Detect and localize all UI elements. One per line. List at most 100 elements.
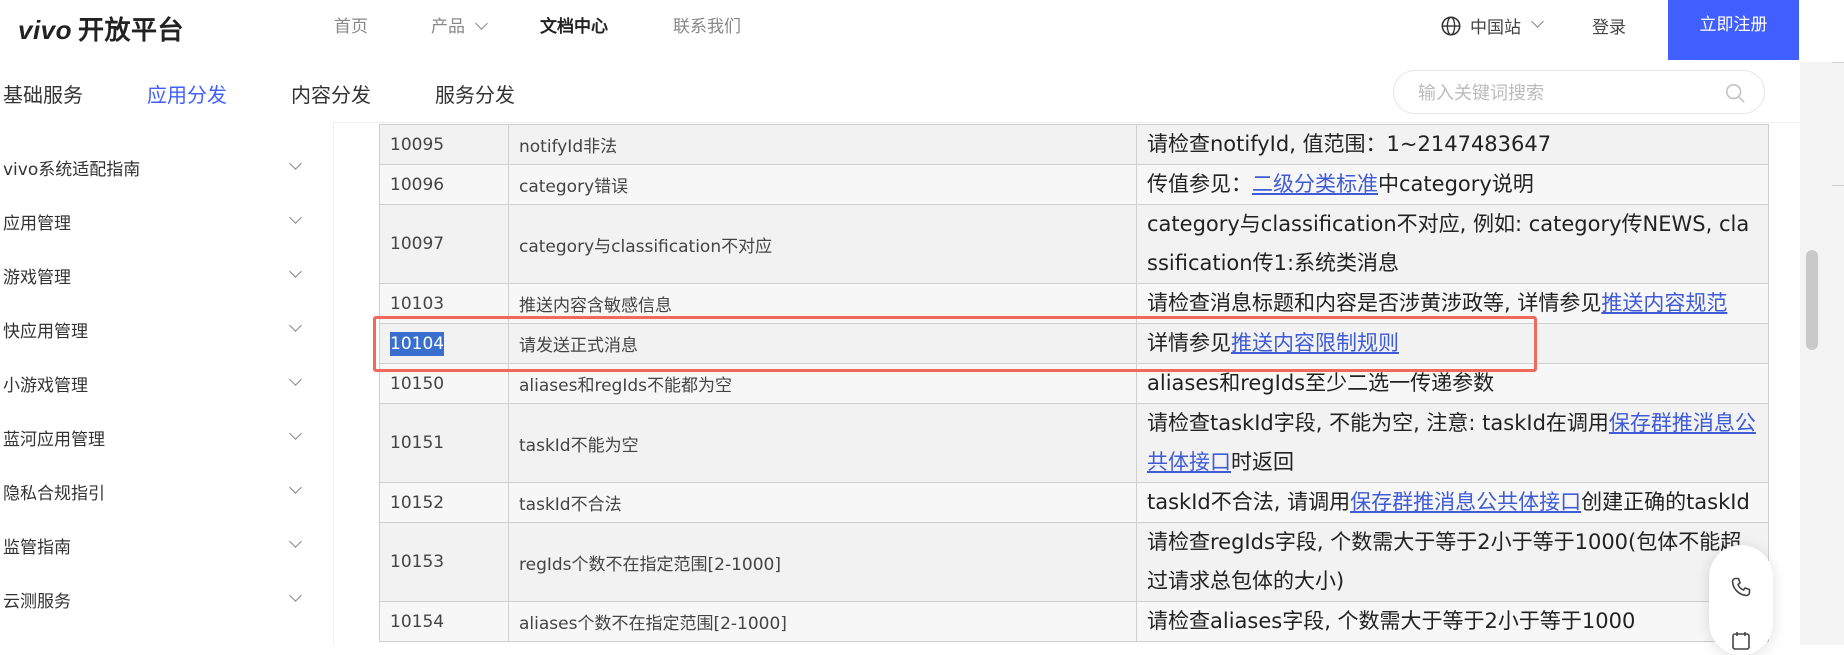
sidebar-item-label: 隐私合规指引 [3,484,105,504]
sidebar: vivo系统适配指南 应用管理 游戏管理 快应用管理 小游戏管理 蓝河应用管理 … [0,122,334,645]
error-desc-cell: category与classification不对应 [508,204,1137,284]
error-code-cell: 10151 [379,403,509,483]
sidebar-item-label: 小游戏管理 [3,376,88,396]
error-code-cell: 10152 [379,482,509,523]
sidebar-item-label: 应用管理 [3,214,71,234]
site-logo[interactable]: vivo 开放平台 [18,10,184,47]
solution-cell: aliases和regIds至少二选一传递参数 [1136,363,1769,404]
error-desc-cell: 推送内容含敏感信息 [508,283,1137,324]
solution-text: 详情参见 [1147,331,1231,355]
sidebar-item-label: 蓝河应用管理 [3,430,105,450]
region-selector[interactable]: 中国站 [1440,13,1544,38]
error-code-cell: 10095 [379,124,509,165]
calendar-icon[interactable] [1729,629,1753,653]
table-row: 10096 category错误 传值参见：二级分类标准中category说明 [379,164,1769,205]
chevron-down-icon [289,265,302,278]
solution-text: category与classification不对应, 例如: category… [1147,212,1750,275]
solution-text: 请检查aliases字段, 个数需大于等于2小于等于1000 [1147,609,1636,633]
sidebar-item-game-management[interactable]: 游戏管理 [0,255,310,295]
nav-products[interactable]: 产品 [431,12,488,37]
logo-brand: vivo [18,15,73,45]
search-icon[interactable] [1724,82,1746,104]
error-code-cell: 10150 [379,363,509,404]
table-row: 10152 taskId不合法 taskId不合法, 请调用保存群推消息公共体接… [379,482,1769,523]
sidebar-item-cloud-test[interactable]: 云测服务 [0,579,310,619]
chevron-down-icon [289,589,302,602]
chevron-down-icon [289,373,302,386]
table-row: 10150 aliases和regIds不能都为空 aliases和regIds… [379,363,1769,404]
table-row: 10151 taskId不能为空 请检查taskId字段, 不能为空, 注意: … [379,403,1769,483]
solution-text-suffix: 时返回 [1231,450,1294,474]
sidebar-item-quickapp-management[interactable]: 快应用管理 [0,309,310,349]
subnav-basic-services[interactable]: 基础服务 [3,79,83,108]
error-desc-cell: taskId不合法 [508,482,1137,523]
solution-cell: 请检查aliases字段, 个数需大于等于2小于等于1000 [1136,601,1769,642]
solution-text: 请检查notifyId, 值范围：1~2147483647 [1147,132,1552,156]
error-desc-cell: regIds个数不在指定范围[2-1000] [508,522,1137,602]
scrollbar-divider [1832,185,1844,186]
sidebar-item-label: 游戏管理 [3,268,71,288]
solution-cell: 请检查taskId字段, 不能为空, 注意: taskId在调用保存群推消息公共… [1136,403,1769,483]
solution-text: 传值参见： [1147,172,1252,196]
category-standard-link[interactable]: 二级分类标准 [1252,172,1378,196]
subnav-app-distribution[interactable]: 应用分发 [147,79,227,108]
table-row: 10153 regIds个数不在指定范围[2-1000] 请检查regIds字段… [379,522,1769,602]
solution-text-suffix: 创建正确的taskId [1581,490,1750,514]
chevron-down-icon [289,211,302,224]
sidebar-item-label: vivo系统适配指南 [3,160,141,180]
selected-text: 10104 [390,331,445,356]
nav-docs[interactable]: 文档中心 [540,12,608,37]
subnav-service-distribution[interactable]: 服务分发 [435,79,515,108]
push-content-spec-link[interactable]: 推送内容规范 [1601,291,1727,315]
sidebar-item-bluelm-app-management[interactable]: 蓝河应用管理 [0,417,310,457]
floating-contact-panel [1709,545,1773,655]
sidebar-item-vivo-adaptation[interactable]: vivo系统适配指南 [0,147,310,187]
nav-contact[interactable]: 联系我们 [673,12,741,37]
table-row: 10154 aliases个数不在指定范围[2-1000] 请检查aliases… [379,601,1769,642]
sidebar-item-app-management[interactable]: 应用管理 [0,201,310,241]
chevron-down-icon [289,481,302,494]
sidebar-item-regulation-guide[interactable]: 监管指南 [0,525,310,565]
error-code-cell: 10097 [379,204,509,284]
nav-products-label: 产品 [431,17,465,37]
login-link[interactable]: 登录 [1592,13,1626,38]
error-desc-cell: category错误 [508,164,1137,205]
search-input[interactable] [1416,80,1720,106]
chevron-down-icon [289,157,302,170]
region-label: 中国站 [1470,18,1521,38]
chevron-down-icon [289,319,302,332]
error-code-cell: 10104 [379,323,509,364]
nav-home[interactable]: 首页 [334,12,368,37]
subnav-content-distribution[interactable]: 内容分发 [291,79,371,108]
solution-text: 请检查taskId字段, 不能为空, 注意: taskId在调用 [1147,411,1609,435]
solution-cell: category与classification不对应, 例如: category… [1136,204,1769,284]
chevron-down-icon [289,535,302,548]
error-code-table: 10095 notifyId非法 请检查notifyId, 值范围：1~2147… [379,124,1769,642]
error-code-cell: 10096 [379,164,509,205]
search-box[interactable] [1393,70,1765,114]
chevron-down-icon [1531,15,1544,28]
solution-cell: 请检查regIds字段, 个数需大于等于2小于等于1000(包体不能超过请求总包… [1136,522,1769,602]
logo-text: 开放平台 [78,16,185,46]
error-code-cell: 10154 [379,601,509,642]
solution-cell: 详情参见推送内容限制规则 [1136,323,1769,364]
save-group-push-api-link[interactable]: 保存群推消息公共体接口 [1350,490,1581,514]
error-code-cell: 10153 [379,522,509,602]
error-code-cell: 10103 [379,283,509,324]
table-row: 10103 推送内容含敏感信息 请检查消息标题和内容是否涉黄涉政等, 详情参见推… [379,283,1769,324]
error-desc-cell: notifyId非法 [508,124,1137,165]
error-desc-cell: aliases和regIds不能都为空 [508,363,1137,404]
register-button[interactable]: 立即注册 [1668,0,1799,60]
sidebar-item-privacy-compliance[interactable]: 隐私合规指引 [0,471,310,511]
sidebar-item-minigame-management[interactable]: 小游戏管理 [0,363,310,403]
sidebar-item-label: 监管指南 [3,538,71,558]
solution-cell: 传值参见：二级分类标准中category说明 [1136,164,1769,205]
sub-navigation: 基础服务 应用分发 内容分发 服务分发 [0,62,1800,123]
phone-icon[interactable] [1729,575,1753,599]
scrollbar-thumb[interactable] [1806,250,1818,350]
chevron-down-icon [475,17,488,30]
chevron-down-icon [289,427,302,440]
sidebar-item-label: 快应用管理 [3,322,88,342]
scrollbar-track[interactable] [1800,62,1844,645]
push-content-limit-link[interactable]: 推送内容限制规则 [1231,331,1399,355]
